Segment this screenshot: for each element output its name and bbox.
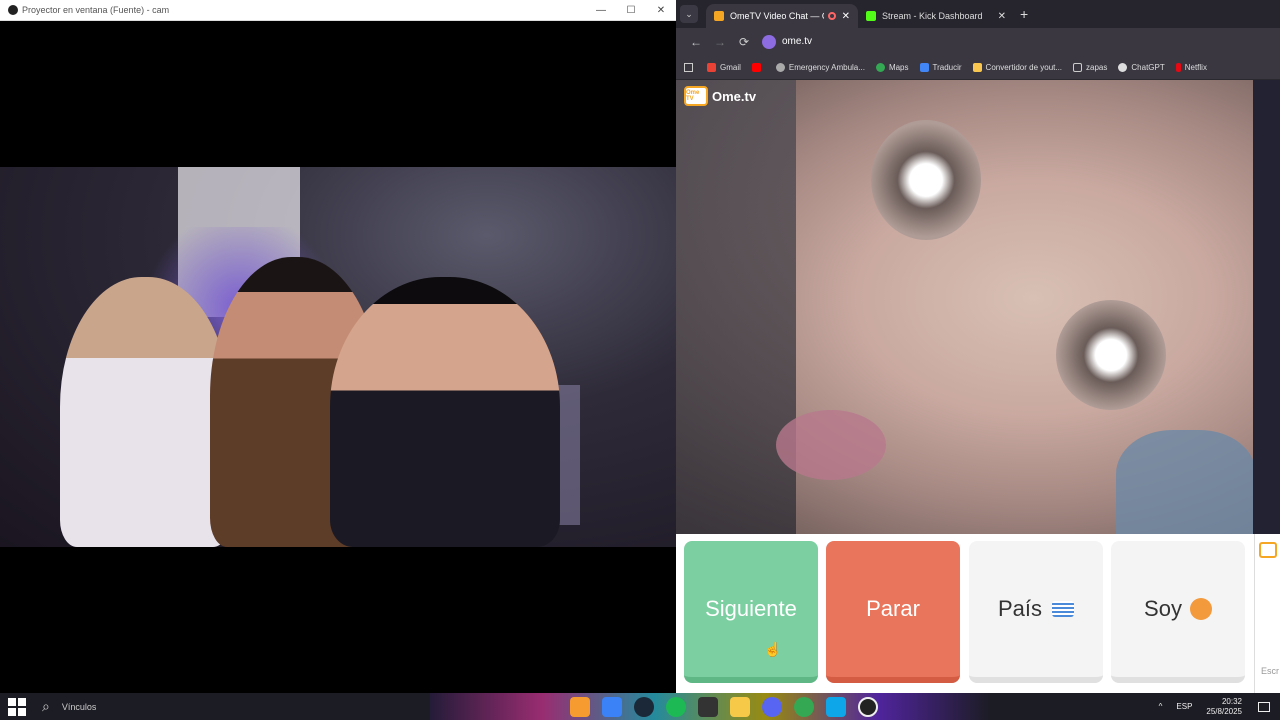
country-button[interactable]: País (969, 541, 1103, 683)
system-tray: ^ ESP 20:32 25/8/2025 (1159, 693, 1270, 720)
tab-close-icon[interactable]: ✕ (998, 11, 1006, 22)
stop-button[interactable]: Parar (826, 541, 960, 683)
chat-controls: Siguiente ☝ Parar País Soy Escr (676, 534, 1280, 693)
gmail-icon (707, 62, 716, 72)
recording-icon (827, 12, 836, 20)
webcam-feed (0, 167, 676, 547)
minimize-button[interactable]: — (586, 0, 616, 21)
maps-icon (875, 62, 885, 72)
gender-button-label: Soy (1144, 596, 1182, 621)
tab-close-icon[interactable]: ✕ (842, 11, 850, 22)
ometv-logo: Ome TV Ome.tv (684, 86, 756, 106)
bookmarks-bar: Gmail Emergency Ambula... Maps Traducir … (676, 55, 1280, 80)
person-left (60, 277, 230, 547)
reload-icon[interactable]: ⟳ (732, 35, 756, 49)
clock[interactable]: 20:32 25/8/2025 (1206, 697, 1242, 717)
eye-left (871, 120, 981, 240)
tv-icon: Ome TV (684, 86, 708, 106)
search-icon: ⌕ (42, 698, 50, 714)
person-right (330, 277, 560, 547)
eye-right (1056, 300, 1166, 410)
video-background (676, 80, 796, 534)
clock-time: 20:32 (1221, 696, 1242, 706)
app-icon-3[interactable] (826, 697, 846, 717)
stranger-video: Ome TV Ome.tv (676, 80, 1253, 534)
chat-input[interactable]: Escr (1261, 666, 1279, 676)
uruguay-flag-icon (1052, 601, 1075, 617)
language-indicator[interactable]: ESP (1176, 702, 1192, 711)
browser-window: ⌄ OmeTV Video Chat — Ome ✕ Stream - Kick… (676, 0, 1280, 693)
tab-title: Stream - Kick Dashboard (882, 11, 983, 21)
apps-grid-icon[interactable] (684, 62, 693, 72)
site-info-icon[interactable] (762, 34, 776, 49)
gender-button[interactable]: Soy (1111, 541, 1245, 683)
tab-title: OmeTV Video Chat — Ome (730, 11, 824, 21)
projector-title: Proyector en ventana (Fuente) - cam (22, 5, 170, 15)
taskbar-search-label: Vínculos (61, 701, 97, 712)
taskbar: ⌕ Vínculos ^ ESP 20:32 25/8/2025 (0, 693, 1280, 720)
mouth (776, 410, 886, 480)
country-button-label: País (997, 596, 1043, 621)
chat-side-panel: Escr (1254, 534, 1280, 693)
close-button[interactable]: ✕ (646, 0, 676, 21)
chrome-icon[interactable] (794, 697, 814, 717)
discord-icon[interactable] (762, 697, 782, 717)
woman-emoji-icon (1189, 598, 1212, 620)
tab-search-button[interactable]: ⌄ (680, 5, 698, 23)
folder-icon (1073, 62, 1083, 72)
bookmark-youtube[interactable] (751, 62, 765, 72)
translate-icon (919, 62, 929, 72)
back-icon[interactable]: ← (684, 35, 708, 49)
file-explorer-icon[interactable] (730, 697, 750, 717)
url-text: ome.tv (782, 36, 813, 47)
tab-ometv[interactable]: OmeTV Video Chat — Ome ✕ (706, 4, 858, 28)
bookmark-chatgpt[interactable]: ChatGPT (1118, 62, 1165, 72)
shirt (1116, 430, 1253, 534)
epic-games-icon[interactable] (698, 697, 718, 717)
app-icon-1[interactable] (570, 697, 590, 717)
steam-icon[interactable] (634, 697, 654, 717)
spotify-icon[interactable] (666, 697, 686, 717)
netflix-icon (1175, 62, 1181, 72)
obs-icon (8, 5, 18, 15)
stop-button-label: Parar (866, 596, 920, 621)
clock-date: 25/8/2025 (1206, 706, 1242, 716)
kick-favicon (866, 11, 876, 21)
windows-start-icon[interactable] (8, 697, 26, 716)
maximize-button[interactable]: ☐ (616, 0, 646, 21)
app-icon-2[interactable] (602, 697, 622, 717)
youtube-icon (751, 62, 761, 72)
ometv-mini-logo-icon (1259, 542, 1277, 558)
projector-titlebar[interactable]: Proyector en ventana (Fuente) - cam — ☐ … (0, 0, 676, 21)
window-controls: — ☐ ✕ (586, 0, 676, 21)
bookmark-convertidor[interactable]: Convertidor de yout... (972, 62, 1062, 72)
bookmark-traducir[interactable]: Traducir (919, 62, 962, 72)
forward-icon[interactable]: → (708, 35, 732, 49)
bookmark-gmail[interactable]: Gmail (707, 62, 741, 72)
globe-icon (775, 62, 785, 72)
bookmark-netflix[interactable]: Netflix (1175, 62, 1207, 72)
converter-icon (972, 62, 982, 72)
projector-window: Proyector en ventana (Fuente) - cam — ☐ … (0, 0, 676, 693)
bookmark-emergency[interactable]: Emergency Ambula... (775, 62, 865, 72)
next-button-label: Siguiente (705, 596, 797, 621)
tray-arrow-icon[interactable]: ^ (1159, 702, 1163, 711)
video-edge (1253, 80, 1280, 534)
url-field[interactable]: ome.tv (762, 34, 813, 49)
obs-taskbar-icon[interactable] (858, 697, 878, 717)
new-tab-button[interactable]: + (1020, 6, 1028, 22)
hand-cursor-icon: ☝ (764, 641, 782, 657)
taskbar-search[interactable]: ⌕ Vínculos (42, 698, 96, 715)
chatgpt-icon (1118, 62, 1128, 72)
ometv-logo-text: Ome.tv (712, 88, 757, 104)
next-button[interactable]: Siguiente ☝ (684, 541, 818, 683)
ometv-favicon (714, 11, 724, 21)
tab-kick[interactable]: Stream - Kick Dashboard ✕ (858, 4, 1014, 28)
bookmark-zapas[interactable]: zapas (1073, 62, 1107, 72)
bookmark-maps[interactable]: Maps (875, 62, 909, 72)
address-bar: ← → ⟳ ome.tv (676, 28, 1280, 55)
notifications-icon[interactable] (1258, 701, 1270, 712)
tab-bar: ⌄ OmeTV Video Chat — Ome ✕ Stream - Kick… (676, 0, 1280, 28)
